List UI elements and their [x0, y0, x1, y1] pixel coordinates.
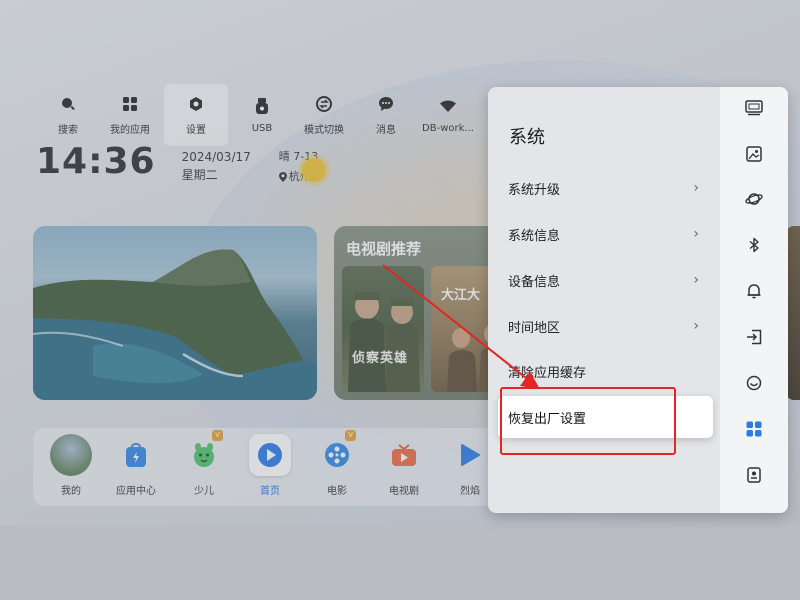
bell-icon[interactable] [743, 280, 765, 302]
bluetooth-icon[interactable] [743, 234, 765, 256]
chevron-right-icon: › [693, 226, 699, 242]
device-info-icon[interactable] [743, 464, 765, 486]
menu-item-label: 时间地区 [508, 320, 561, 336]
display-icon[interactable] [743, 97, 765, 119]
panel-title: 系统 [509, 127, 545, 148]
chevron-right-icon: › [693, 180, 699, 196]
settings-category-sidebar [720, 87, 788, 513]
menu-item-label: 系统升级 [508, 182, 561, 198]
chevron-right-icon: › [693, 318, 699, 334]
menu-item-clear-app-cache[interactable]: 清除应用缓存 [498, 350, 713, 392]
menu-item-system-upgrade[interactable]: 系统升级 › [498, 167, 713, 209]
menu-item-device-info[interactable]: 设备信息 › [498, 259, 713, 301]
system-grid-icon[interactable] [743, 418, 765, 440]
highlight-box [500, 387, 676, 455]
menu-item-label: 清除应用缓存 [508, 365, 587, 381]
chevron-right-icon: › [693, 272, 699, 288]
planet-icon[interactable] [743, 188, 765, 210]
menu-item-label: 系统信息 [508, 228, 561, 244]
smile-icon[interactable] [743, 372, 765, 394]
input-source-icon[interactable] [743, 326, 765, 348]
menu-item-label: 设备信息 [508, 274, 561, 290]
menu-item-time-region[interactable]: 时间地区 › [498, 305, 713, 347]
picture-icon[interactable] [743, 143, 765, 165]
menu-item-system-info[interactable]: 系统信息 › [498, 213, 713, 255]
